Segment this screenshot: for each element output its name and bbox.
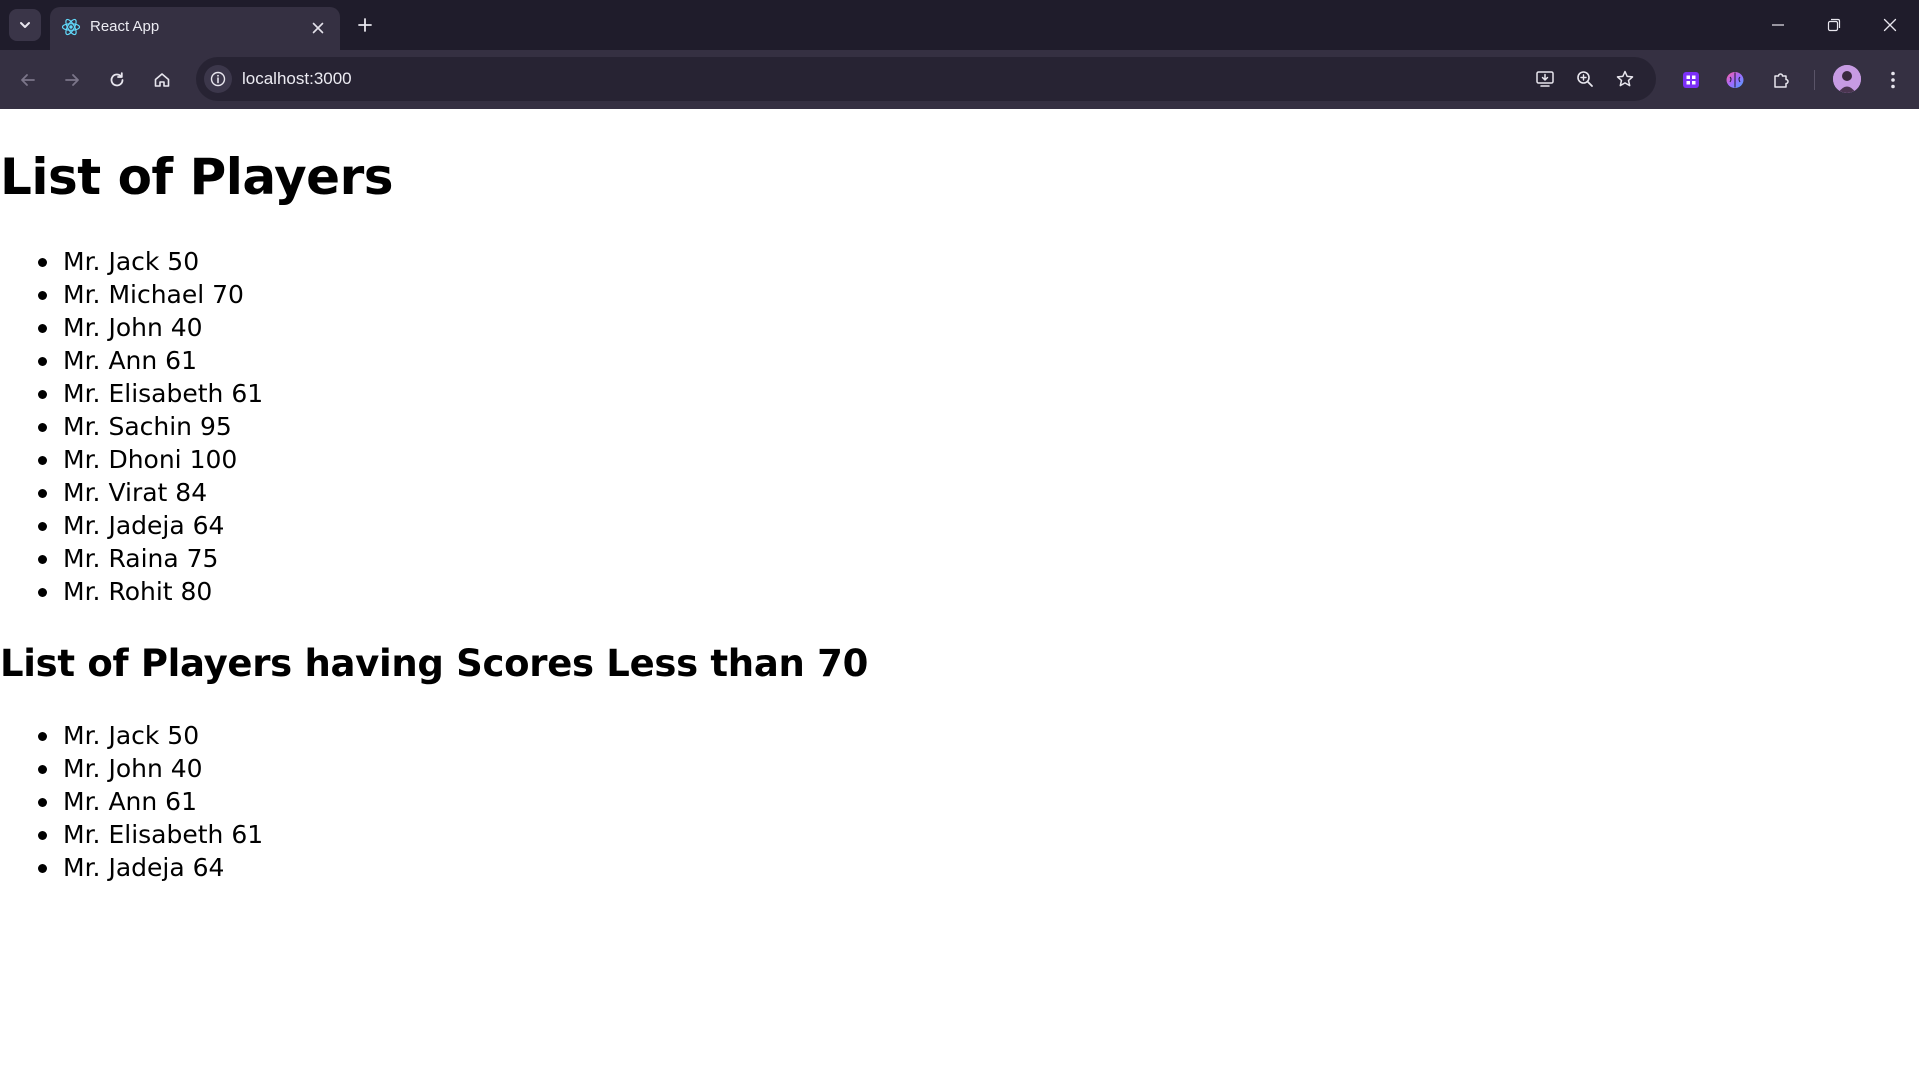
- list-item: Mr. Michael 70: [0, 278, 263, 311]
- list-item: Mr. Jack 50: [0, 245, 263, 278]
- browser-toolbar: localhost:3000: [0, 50, 1919, 109]
- close-icon: [1883, 18, 1897, 32]
- list-item: Mr. John 40: [0, 311, 263, 344]
- browser-tabstrip: React App: [0, 0, 1919, 50]
- site-info-button[interactable]: [204, 65, 232, 93]
- install-app-button[interactable]: [1531, 65, 1559, 93]
- react-logo-icon: [61, 18, 81, 36]
- list-item: Mr. Jack 50: [0, 719, 263, 752]
- bookmark-button[interactable]: [1611, 65, 1639, 93]
- arrow-right-icon: [65, 74, 79, 86]
- page-title: List of Players: [0, 148, 394, 206]
- page-content: List of Players Mr. Jack 50 Mr. Michael …: [0, 109, 1919, 1078]
- players-list: Mr. Jack 50 Mr. Michael 70 Mr. John 40 M…: [0, 245, 263, 608]
- restore-icon: [1827, 18, 1841, 32]
- tab-search-button[interactable]: [9, 9, 41, 41]
- extension-button-grid[interactable]: [1676, 65, 1706, 95]
- section-title-under-70: List of Players having Scores Less than …: [0, 642, 869, 685]
- install-icon: [1536, 71, 1554, 87]
- tab-title: React App: [90, 18, 160, 35]
- list-item: Mr. Raina 75: [0, 542, 263, 575]
- close-window-button[interactable]: [1862, 0, 1918, 50]
- back-button[interactable]: [11, 63, 45, 97]
- home-button[interactable]: [145, 63, 179, 97]
- list-item: Mr. Dhoni 100: [0, 443, 263, 476]
- minimize-icon: [1772, 24, 1784, 26]
- browser-tab-active[interactable]: React App: [50, 7, 340, 50]
- players-under-70-list: Mr. Jack 50 Mr. John 40 Mr. Ann 61 Mr. E…: [0, 719, 263, 884]
- minimize-button[interactable]: [1750, 0, 1806, 50]
- address-bar[interactable]: localhost:3000: [196, 57, 1656, 101]
- zoom-in-icon: [1577, 71, 1593, 87]
- list-item: Mr. Elisabeth 61: [0, 377, 263, 410]
- tab-close-button[interactable]: [306, 16, 330, 40]
- list-item: Mr. John 40: [0, 752, 263, 785]
- new-tab-button[interactable]: [350, 10, 380, 40]
- list-item: Mr. Jadeja 64: [0, 509, 263, 542]
- restore-button[interactable]: [1806, 0, 1862, 50]
- list-item: Mr. Rohit 80: [0, 575, 263, 608]
- list-item: Mr. Elisabeth 61: [0, 818, 263, 851]
- list-item: Mr. Sachin 95: [0, 410, 263, 443]
- forward-button[interactable]: [55, 63, 89, 97]
- star-icon: [1616, 70, 1634, 87]
- chevron-down-icon: [20, 22, 30, 28]
- grid-extension-icon: [1683, 72, 1699, 88]
- list-item: Mr. Ann 61: [0, 785, 263, 818]
- puzzle-icon: [1774, 73, 1789, 88]
- list-item: Mr. Ann 61: [0, 344, 263, 377]
- browser-menu-button[interactable]: [1878, 65, 1908, 95]
- toolbar-divider: [1814, 70, 1815, 90]
- extension-button-brain[interactable]: [1720, 65, 1750, 95]
- list-item: Mr. Jadeja 64: [0, 851, 263, 884]
- arrow-left-icon: [21, 74, 35, 86]
- profile-avatar[interactable]: [1833, 65, 1861, 93]
- extensions-menu-button[interactable]: [1766, 65, 1796, 95]
- reload-button[interactable]: [100, 63, 134, 97]
- plus-icon: [358, 18, 372, 32]
- close-icon: [312, 22, 324, 34]
- list-item: Mr. Virat 84: [0, 476, 263, 509]
- zoom-button[interactable]: [1571, 65, 1599, 93]
- brain-extension-icon: [1726, 72, 1744, 88]
- info-icon: [210, 71, 226, 87]
- avatar-icon: [1833, 65, 1861, 93]
- reload-icon: [110, 72, 124, 87]
- url-text[interactable]: localhost:3000: [242, 69, 352, 89]
- more-vertical-icon: [1891, 71, 1895, 89]
- home-icon: [154, 73, 170, 87]
